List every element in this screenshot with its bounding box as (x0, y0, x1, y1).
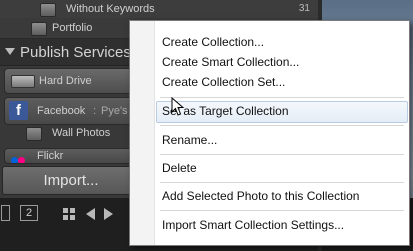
service-label: Flickr (37, 150, 64, 162)
service-account: Pye's (101, 105, 128, 117)
import-button[interactable]: Import... (2, 166, 140, 195)
menu-item-rename[interactable]: Rename... (162, 133, 217, 148)
menu-item-add-selected-photo[interactable]: Add Selected Photo to this Collection (162, 189, 359, 204)
menu-separator (160, 210, 404, 211)
collection-row-without-keywords[interactable]: Without Keywords 31 (0, 0, 318, 18)
menu-item-create-smart-collection[interactable]: Create Smart Collection... (162, 55, 299, 70)
service-label: Hard Drive (39, 75, 92, 87)
menu-item-import-smart-collection-settings[interactable]: Import Smart Collection Settings... (162, 218, 344, 233)
menu-item-delete[interactable]: Delete (162, 161, 197, 176)
flickr-icon (11, 151, 25, 163)
published-collection-icon (26, 127, 42, 141)
collection-label: Portfolio (52, 22, 93, 34)
menu-separator (160, 182, 404, 183)
menu-separator (160, 97, 404, 98)
facebook-icon: f (9, 101, 28, 120)
collection-label: Without Keywords (66, 3, 155, 15)
menu-separator (160, 154, 404, 155)
service-separator: : (93, 105, 97, 117)
section-title: Publish Services (20, 44, 131, 61)
hard-drive-icon (11, 75, 35, 88)
menu-item-create-collection[interactable]: Create Collection... (162, 35, 264, 50)
menu-icon-gutter (130, 21, 155, 245)
back-arrow-icon[interactable] (86, 208, 95, 220)
collection-label: Wall Photos (52, 127, 111, 139)
menu-separator (160, 125, 404, 126)
collection-set-icon (31, 22, 47, 36)
forward-arrow-icon[interactable] (104, 208, 113, 220)
smart-collection-icon (40, 3, 56, 17)
secondary-display-button[interactable]: 2 (20, 205, 38, 221)
collection-count: 31 (298, 3, 310, 14)
mouse-pointer-icon (171, 97, 185, 116)
context-menu: Create Collection... Create Smart Collec… (129, 20, 410, 246)
primary-display-icon[interactable] (1, 205, 10, 221)
menu-item-create-collection-set[interactable]: Create Collection Set... (162, 75, 285, 90)
service-label: Facebook (37, 105, 86, 117)
collapse-triangle-icon[interactable] (5, 48, 15, 55)
grid-view-icon[interactable] (63, 208, 75, 220)
